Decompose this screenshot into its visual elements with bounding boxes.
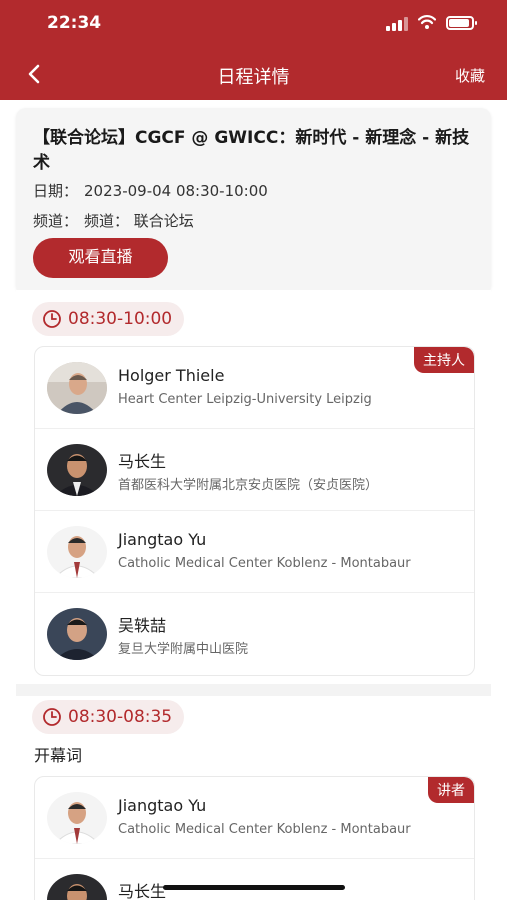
speaker-row[interactable]: 吴轶喆 复旦大学附属中山医院 <box>35 593 474 675</box>
time-slot-text: 08:30-10:00 <box>68 309 173 329</box>
date-value: 2023-09-04 08:30-10:00 <box>84 182 268 200</box>
status-bar: 22:34 <box>0 0 507 50</box>
avatar <box>47 792 107 844</box>
speaker-name: Jiangtao Yu <box>118 530 207 549</box>
signal-icon <box>386 17 408 31</box>
session-title: 【联合论坛】CGCF @ GWICC：新时代 - 新理念 - 新技术 <box>33 128 470 173</box>
clock-icon <box>43 708 61 726</box>
avatar <box>47 444 107 496</box>
date-label: 日期： <box>33 182 79 200</box>
page-title: 日程详情 <box>217 67 290 88</box>
favorite-button[interactable]: 收藏 <box>455 65 485 86</box>
speaker-row[interactable]: Holger Thiele Heart Center Leipzig-Unive… <box>35 347 474 429</box>
session-channel-row: 频道： 频道： 联合论坛 <box>33 210 194 231</box>
speaker-row[interactable]: Jiangtao Yu Catholic Medical Center Kobl… <box>35 777 474 859</box>
avatar <box>47 874 107 900</box>
time-slot-badge: 08:30-08:35 <box>32 700 185 734</box>
avatar <box>47 608 107 660</box>
session-date-row: 日期： 2023-09-04 08:30-10:00 <box>33 180 268 201</box>
section-divider <box>16 684 491 696</box>
speaker-row[interactable]: Jiangtao Yu Catholic Medical Center Kobl… <box>35 511 474 593</box>
speaker-org: Catholic Medical Center Koblenz - Montab… <box>118 822 411 837</box>
speaker-name: 马长生 <box>118 452 167 471</box>
speaker-list: Jiangtao Yu Catholic Medical Center Kobl… <box>34 776 475 900</box>
battery-icon <box>446 16 477 30</box>
clock-icon <box>43 310 61 328</box>
session-header-card: 【联合论坛】CGCF @ GWICC：新时代 - 新理念 - 新技术 日期： 20… <box>16 108 491 294</box>
channel-value: 频道： 联合论坛 <box>84 212 194 230</box>
channel-label: 频道： <box>33 212 79 230</box>
speaker-list: Holger Thiele Heart Center Leipzig-Unive… <box>34 346 475 676</box>
time-slot-text: 08:30-08:35 <box>68 707 173 727</box>
nav-bar: 日程详情 收藏 <box>0 50 507 100</box>
speaker-row[interactable]: 马长生 <box>35 859 474 900</box>
time-slot-badge: 08:30-10:00 <box>32 302 185 336</box>
home-indicator[interactable] <box>163 885 345 890</box>
speaker-org: 复旦大学附属中山医院 <box>118 642 249 657</box>
wifi-icon <box>418 15 436 29</box>
speaker-name: 吴轶喆 <box>118 616 167 635</box>
speaker-row[interactable]: 马长生 首都医科大学附属北京安贞医院（安贞医院） <box>35 429 474 511</box>
role-badge: 讲者 <box>428 777 474 803</box>
speaker-org: Heart Center Leipzig-University Leipzig <box>118 392 372 407</box>
speaker-name: Holger Thiele <box>118 366 225 385</box>
speaker-org: 首都医科大学附属北京安贞医院（安贞医院） <box>118 478 379 493</box>
avatar <box>47 526 107 578</box>
topic-title: 开幕词 <box>34 746 83 765</box>
speaker-name: 马长生 <box>118 882 167 900</box>
watch-live-button[interactable]: 观看直播 <box>33 238 168 278</box>
avatar <box>47 362 107 414</box>
speaker-org: Catholic Medical Center Koblenz - Montab… <box>118 556 411 571</box>
role-badge: 主持人 <box>414 347 474 373</box>
status-time: 22:34 <box>47 13 102 33</box>
speaker-name: Jiangtao Yu <box>118 796 207 815</box>
